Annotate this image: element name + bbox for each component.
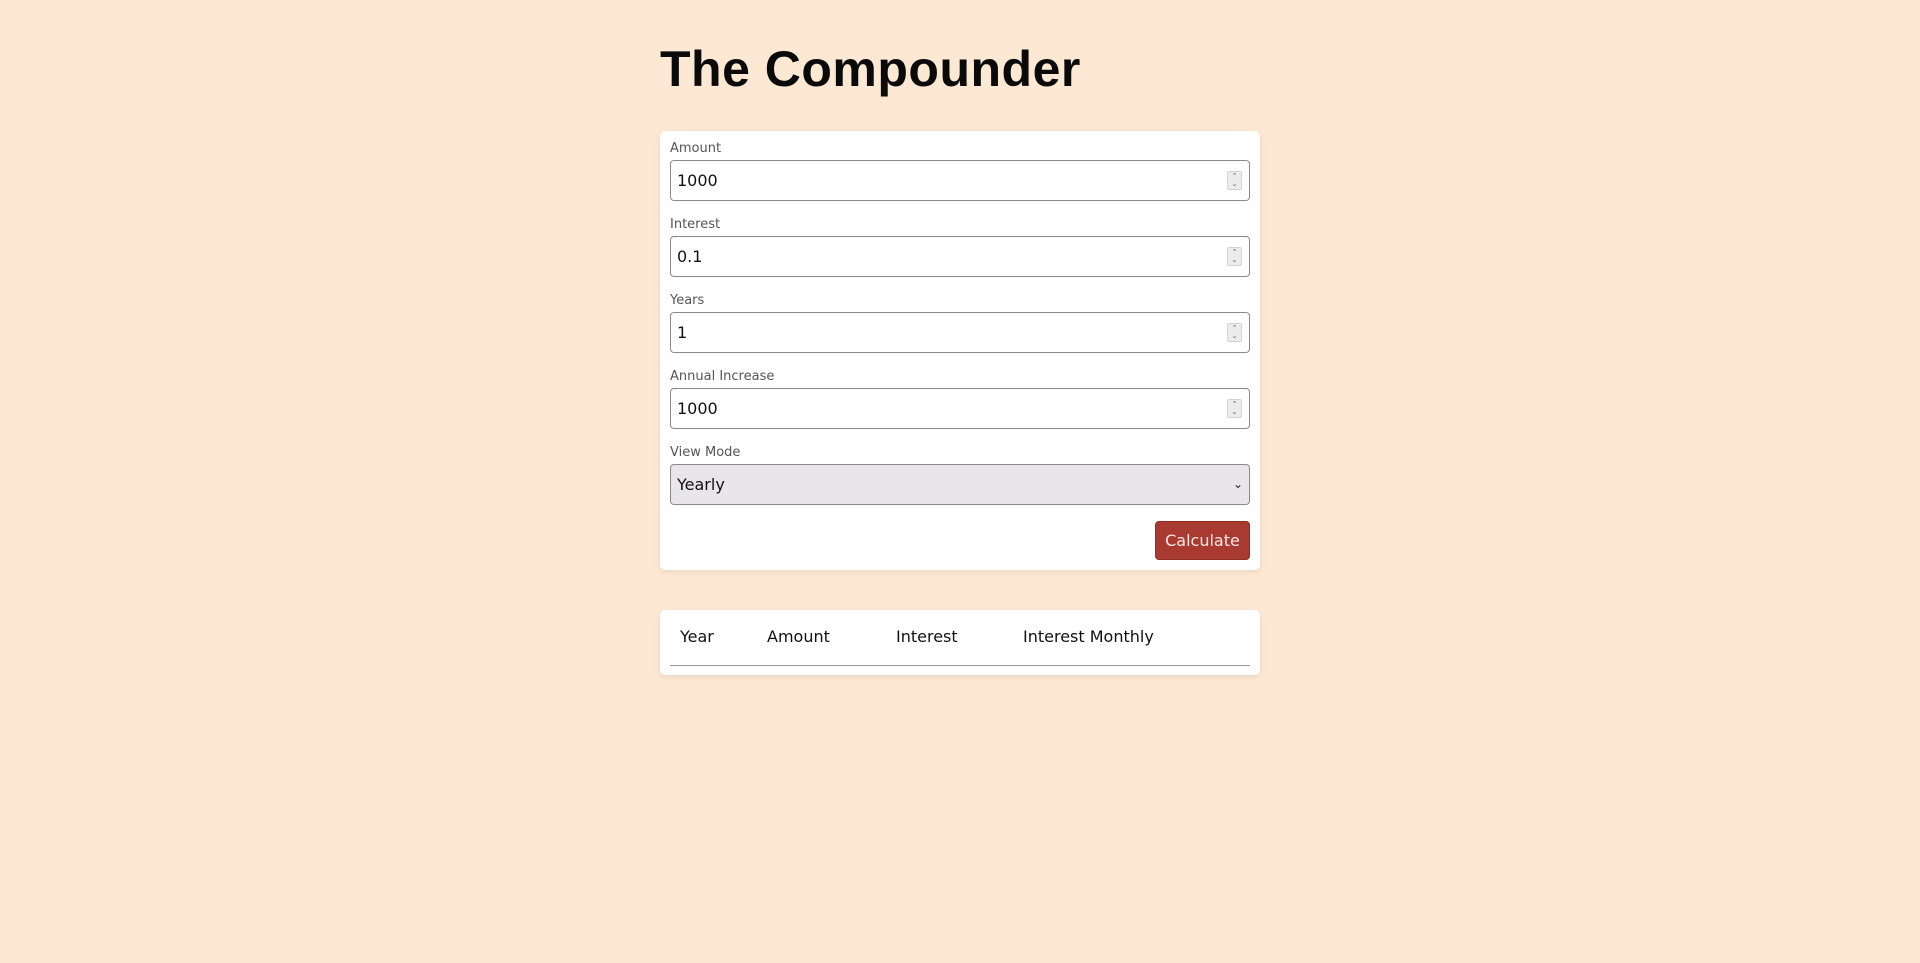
years-input[interactable]: 1 ⌃ ⌄	[670, 312, 1250, 353]
chevron-down-icon: ⌄	[1232, 477, 1243, 491]
spinner-down-icon[interactable]: ⌄	[1228, 408, 1241, 416]
spinner-up-icon[interactable]: ⌃	[1228, 324, 1241, 332]
years-spinner[interactable]: ⌃ ⌄	[1227, 323, 1242, 342]
column-header-interest: Interest	[896, 627, 958, 646]
annual-increase-spinner[interactable]: ⌃ ⌄	[1227, 399, 1242, 418]
view-mode-select[interactable]: Yearly ⌄	[670, 464, 1250, 505]
table-header-row: Year Amount Interest Interest Monthly	[670, 621, 1250, 666]
spinner-up-icon[interactable]: ⌃	[1228, 400, 1241, 408]
amount-input[interactable]: 1000 ⌃ ⌄	[670, 160, 1250, 201]
annual-increase-label: Annual Increase	[670, 369, 775, 384]
amount-spinner[interactable]: ⌃ ⌄	[1227, 171, 1242, 190]
column-header-amount: Amount	[767, 627, 830, 646]
calculate-button[interactable]: Calculate	[1155, 521, 1250, 560]
amount-label: Amount	[670, 141, 722, 156]
years-value: 1	[677, 323, 688, 342]
column-header-year: Year	[680, 627, 714, 646]
spinner-up-icon[interactable]: ⌃	[1228, 248, 1241, 256]
spinner-up-icon[interactable]: ⌃	[1228, 172, 1241, 180]
amount-value: 1000	[677, 171, 718, 190]
view-mode-label: View Mode	[670, 445, 741, 460]
view-mode-selected: Yearly	[677, 475, 725, 494]
spinner-down-icon[interactable]: ⌄	[1228, 180, 1241, 188]
spinner-down-icon[interactable]: ⌄	[1228, 332, 1241, 340]
interest-input[interactable]: 0.1 ⌃ ⌄	[670, 236, 1250, 277]
results-table: Year Amount Interest Interest Monthly	[660, 610, 1260, 675]
column-header-interest-monthly: Interest Monthly	[1023, 627, 1154, 646]
annual-increase-input[interactable]: 1000 ⌃ ⌄	[670, 388, 1250, 429]
page-title: The Compounder	[660, 41, 1081, 97]
spinner-down-icon[interactable]: ⌄	[1228, 256, 1241, 264]
years-label: Years	[670, 293, 705, 308]
annual-increase-value: 1000	[677, 399, 718, 418]
interest-spinner[interactable]: ⌃ ⌄	[1227, 247, 1242, 266]
calculator-form: Amount 1000 ⌃ ⌄ Interest 0.1 ⌃ ⌄ Years 1…	[660, 131, 1260, 570]
interest-label: Interest	[670, 217, 721, 232]
interest-value: 0.1	[677, 247, 703, 266]
